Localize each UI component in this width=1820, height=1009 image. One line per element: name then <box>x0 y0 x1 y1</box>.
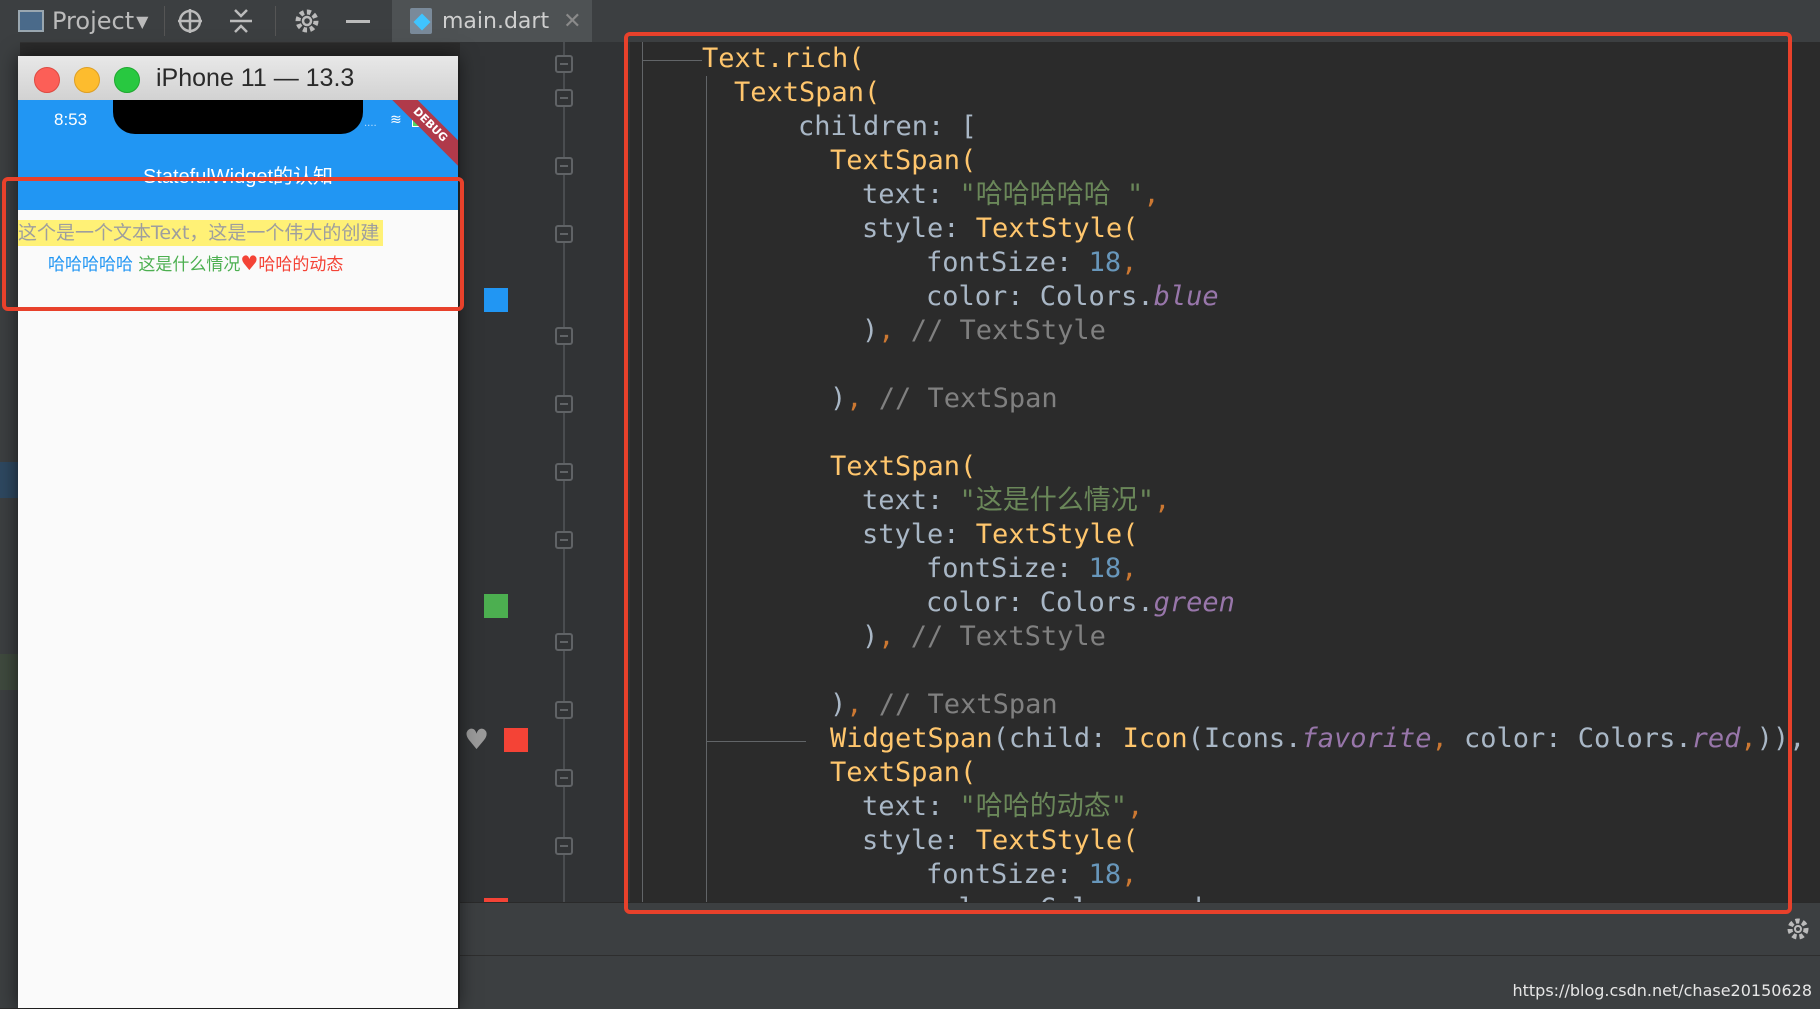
fold-marker[interactable] <box>555 531 573 549</box>
simulator-title-bar: iPhone 11 — 13.3 <box>18 56 458 101</box>
fold-marker[interactable] <box>555 769 573 787</box>
fold-marker[interactable] <box>555 463 573 481</box>
signal-icon: .... <box>364 118 377 129</box>
green-color-swatch[interactable] <box>484 594 508 618</box>
minimize-window-button[interactable] <box>74 67 100 93</box>
fold-marker[interactable] <box>555 157 573 175</box>
project-view-button[interactable]: Project ▼ <box>18 0 148 42</box>
favorite-icon: ♥ <box>464 723 490 756</box>
locate-target-icon[interactable] <box>176 0 204 42</box>
editor-gutter <box>460 42 630 902</box>
highlight-frame-phone <box>2 177 464 311</box>
fold-marker[interactable] <box>555 633 573 651</box>
close-icon[interactable]: ✕ <box>563 9 581 34</box>
fold-marker[interactable] <box>555 225 573 243</box>
dart-file-icon <box>410 8 432 34</box>
tab-label: main.dart <box>442 8 550 34</box>
fold-marker[interactable] <box>555 55 573 73</box>
tab-main-dart[interactable]: main.dart ✕ <box>392 0 592 42</box>
watermark-text: https://blog.csdn.net/chase20150628 <box>1512 981 1812 1000</box>
chevron-down-icon: ▼ <box>136 11 149 31</box>
close-window-button[interactable] <box>34 67 60 93</box>
project-window-icon <box>18 10 44 32</box>
fold-marker[interactable] <box>555 89 573 107</box>
blue-color-swatch[interactable] <box>484 288 508 312</box>
wifi-icon: ≋ <box>390 112 402 128</box>
gear-icon[interactable] <box>292 0 322 42</box>
phone-notch <box>113 100 363 134</box>
simulator-title: iPhone 11 — 13.3 <box>156 64 355 92</box>
status-time: 8:53 <box>54 110 88 129</box>
highlight-frame-code <box>624 32 1792 914</box>
fold-marker[interactable] <box>555 701 573 719</box>
fold-marker[interactable] <box>555 327 573 345</box>
fold-marker[interactable] <box>555 837 573 855</box>
project-label: Project <box>52 7 135 35</box>
minimize-icon[interactable] <box>346 0 370 42</box>
zoom-window-button[interactable] <box>114 67 140 93</box>
gear-icon[interactable] <box>1784 915 1812 947</box>
collapse-all-icon[interactable] <box>228 0 254 42</box>
red-color-swatch[interactable] <box>504 728 528 752</box>
fold-marker[interactable] <box>555 395 573 413</box>
